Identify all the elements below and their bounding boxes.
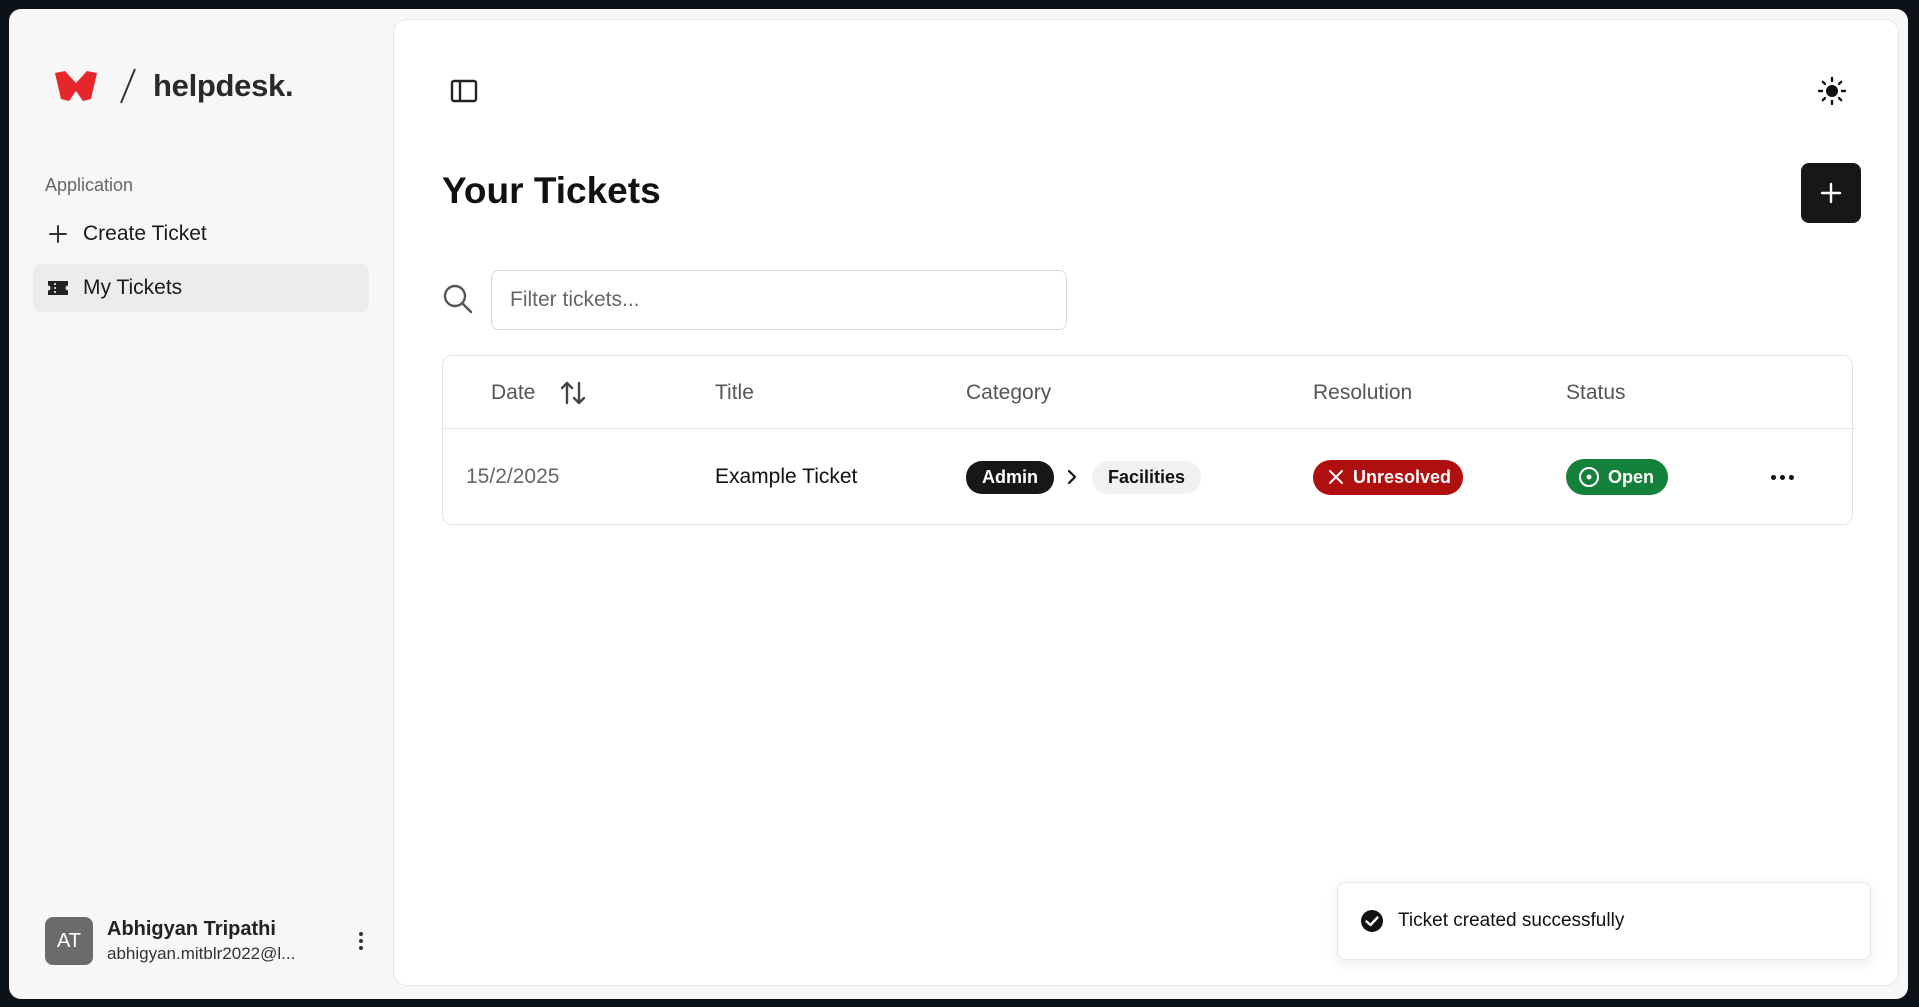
more-horizontal-icon[interactable] bbox=[1764, 463, 1800, 491]
column-header-category: Category bbox=[966, 380, 1052, 404]
cell-category: Admin Facilities bbox=[966, 429, 1202, 525]
brand-name: helpdesk. bbox=[153, 68, 294, 103]
sidebar-item-create-ticket[interactable]: Create Ticket bbox=[33, 210, 369, 258]
resolution-label: Unresolved bbox=[1353, 466, 1452, 487]
user-info: Abhigyan Tripathi abhigyan.mitblr2022@l.… bbox=[107, 918, 327, 964]
toast-notification: Ticket created successfully bbox=[1337, 882, 1871, 960]
search-icon bbox=[443, 284, 473, 314]
sidebar-item-label: Create Ticket bbox=[83, 222, 207, 245]
sidebar-item-my-tickets[interactable]: My Tickets bbox=[33, 264, 369, 312]
ticket-icon bbox=[47, 277, 69, 299]
brand[interactable]: helpdesk. bbox=[55, 61, 294, 111]
filter-tickets-input[interactable] bbox=[491, 270, 1067, 330]
sidebar-toggle-icon[interactable] bbox=[448, 75, 480, 107]
column-header-resolution: Resolution bbox=[1313, 380, 1413, 404]
column-label: Date bbox=[491, 380, 536, 404]
table-header: Date Title Category Resolution Status bbox=[443, 356, 1852, 429]
tickets-table: Date Title Category Resolution Status 15… bbox=[442, 355, 1853, 525]
user-profile[interactable]: AT Abhigyan Tripathi abhigyan.mitblr2022… bbox=[45, 914, 373, 968]
user-name: Abhigyan Tripathi bbox=[107, 918, 276, 940]
cell-title: Example Ticket bbox=[715, 465, 858, 488]
resolution-badge: Unresolved bbox=[1313, 459, 1464, 495]
check-circle-icon bbox=[1361, 910, 1383, 932]
status-badge: Open bbox=[1566, 459, 1669, 495]
plus-icon bbox=[47, 223, 69, 245]
sidebar-item-label: My Tickets bbox=[83, 276, 183, 299]
sidebar-section-label: Application bbox=[45, 175, 134, 195]
toast-message: Ticket created successfully bbox=[1398, 910, 1625, 931]
plus-icon bbox=[1820, 182, 1842, 204]
page-title: Your Tickets bbox=[442, 170, 661, 211]
avatar: AT bbox=[45, 917, 93, 965]
subcategory-chip: Facilities bbox=[1092, 460, 1202, 494]
table-row[interactable]: 15/2/2025 Example Ticket Admin Facilitie… bbox=[443, 429, 1852, 525]
cell-date: 15/2/2025 bbox=[466, 465, 560, 488]
status-label: Open bbox=[1608, 466, 1655, 487]
chevron-right-icon bbox=[1066, 469, 1080, 485]
app-window: helpdesk. Application Create Ticket My T… bbox=[9, 9, 1908, 999]
add-ticket-button[interactable] bbox=[1801, 163, 1861, 223]
sidebar: helpdesk. Application Create Ticket My T… bbox=[9, 9, 393, 999]
x-icon bbox=[1327, 468, 1345, 486]
column-header-date[interactable]: Date bbox=[491, 356, 589, 429]
category-chip: Admin bbox=[966, 460, 1054, 494]
main-panel: Your Tickets Date bbox=[393, 19, 1899, 986]
circle-dot-icon bbox=[1578, 466, 1600, 488]
slash-separator-icon bbox=[120, 68, 136, 104]
brand-logo-icon bbox=[55, 71, 97, 101]
more-vertical-icon[interactable] bbox=[349, 926, 373, 956]
cell-resolution: Unresolved bbox=[1313, 429, 1464, 525]
sort-arrows-icon[interactable] bbox=[559, 378, 589, 408]
sun-icon[interactable] bbox=[1814, 73, 1850, 109]
user-email: abhigyan.mitblr2022@l... bbox=[107, 944, 296, 963]
cell-status: Open bbox=[1566, 429, 1669, 525]
column-header-status: Status bbox=[1566, 380, 1626, 404]
column-header-title: Title bbox=[715, 380, 754, 404]
